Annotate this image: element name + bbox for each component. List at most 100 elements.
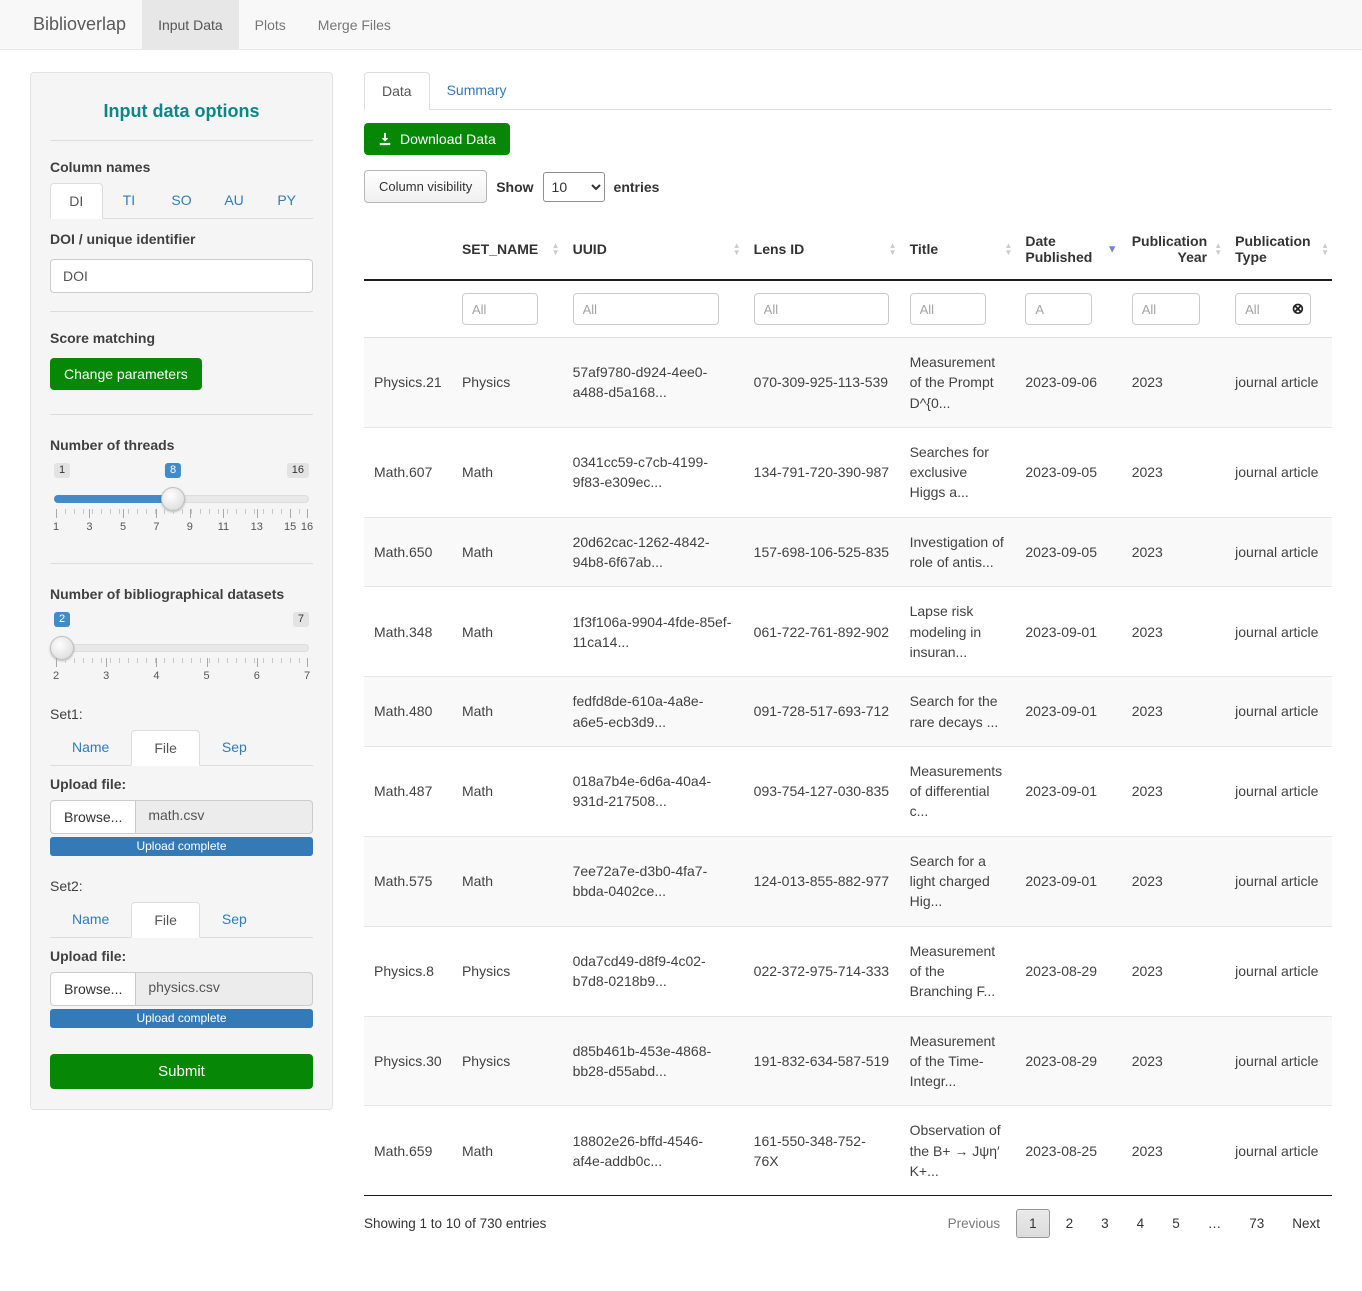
score-matching-label: Score matching (50, 330, 313, 346)
datasets-slider[interactable]: 2 7 2 3 4 5 6 7 (54, 636, 309, 666)
filter-date-published[interactable] (1025, 293, 1092, 325)
pagination-next[interactable]: Next (1280, 1210, 1332, 1237)
set1-file-input: Browse... math.csv (50, 800, 313, 834)
pagination-page-73[interactable]: 73 (1237, 1210, 1276, 1237)
set2-tab-name[interactable]: Name (50, 902, 131, 938)
set2-filename: physics.csv (136, 972, 313, 1006)
threads-slider-ticks (56, 509, 307, 514)
header-lens-id[interactable]: Lens ID▲▼ (744, 219, 900, 280)
datasets-slider-grid: 2 3 4 5 6 7 (56, 658, 307, 684)
change-parameters-button[interactable]: Change parameters (50, 358, 202, 390)
tab-ti[interactable]: TI (103, 183, 156, 219)
main-content: Data Summary Download Data Column visibi… (364, 72, 1332, 1256)
tab-summary[interactable]: Summary (430, 72, 524, 110)
entries-label: entries (614, 179, 660, 195)
pagination: Previous 1 2 3 4 5 … 73 Next (936, 1209, 1332, 1238)
submit-button[interactable]: Submit (50, 1054, 313, 1089)
row-id: Math.575 (364, 836, 452, 926)
datasets-slider-track[interactable] (54, 644, 309, 652)
download-icon (378, 132, 392, 146)
table-row[interactable]: Math.487 Math 018a7b4e-6d6a-40a4-931d-21… (364, 746, 1332, 836)
threads-value-badge: 8 (165, 463, 181, 478)
tick-label: 7 (304, 670, 310, 682)
threads-slider-fill (54, 495, 173, 503)
divider (50, 414, 313, 415)
pagination-page-1[interactable]: 1 (1016, 1209, 1050, 1238)
table-row[interactable]: Math.575 Math 7ee72a7e-d3b0-4fa7-bbda-04… (364, 836, 1332, 926)
table-row[interactable]: Math.650 Math 20d62cac-1262-4842-94b8-6f… (364, 517, 1332, 587)
datasets-slider-ticks (56, 658, 307, 663)
set2-upload-progress: Upload complete (50, 1009, 313, 1028)
tick-label: 15 (284, 521, 296, 533)
navbar-tab-plots[interactable]: Plots (239, 0, 302, 49)
pagination-previous[interactable]: Previous (936, 1210, 1013, 1237)
filter-rownames (364, 280, 452, 338)
tab-data[interactable]: Data (364, 72, 430, 110)
pagination-page-5[interactable]: 5 (1160, 1210, 1192, 1237)
header-set-name[interactable]: SET_NAME▲▼ (452, 219, 563, 280)
sort-both-icon: ▲▼ (552, 242, 560, 256)
set1-tab-name[interactable]: Name (50, 730, 131, 766)
set2-browse-button[interactable]: Browse... (50, 972, 136, 1006)
threads-slider-handle[interactable] (161, 487, 185, 511)
table-row[interactable]: Math.659 Math 18802e26-bffd-4546-af4e-ad… (364, 1106, 1332, 1196)
header-date-published[interactable]: Date Published ▼ (1015, 219, 1121, 280)
table-row[interactable]: Math.607 Math 0341cc59-c7cb-4199-9f83-e3… (364, 427, 1332, 517)
divider (50, 563, 313, 564)
pagination-page-3[interactable]: 3 (1089, 1210, 1121, 1237)
datasets-slider-label: Number of bibliographical datasets (50, 586, 313, 602)
navbar-tab-merge-files[interactable]: Merge Files (302, 0, 407, 49)
tab-au[interactable]: AU (208, 183, 261, 219)
header-title[interactable]: Title▲▼ (900, 219, 1016, 280)
tick-label: 3 (103, 670, 109, 682)
row-id: Math.487 (364, 746, 452, 836)
table-row[interactable]: Physics.21 Physics 57af9780-d924-4ee0-a4… (364, 338, 1332, 428)
datasets-slider-handle[interactable] (50, 636, 74, 660)
navbar: Biblioverlap Input Data Plots Merge File… (0, 0, 1362, 50)
threads-slider[interactable]: 1 16 8 1 3 5 7 9 11 (54, 487, 309, 517)
page-length-select[interactable]: 10 (543, 172, 605, 202)
set2-tab-sep[interactable]: Sep (200, 902, 269, 938)
pagination-page-4[interactable]: 4 (1125, 1210, 1157, 1237)
row-id: Physics.30 (364, 1016, 452, 1106)
set2-tab-file[interactable]: File (131, 902, 200, 938)
page-body: Input data options Column names DI TI SO… (0, 50, 1362, 1256)
header-publication-type[interactable]: Publication Type▲▼ (1225, 219, 1332, 280)
doi-field[interactable] (50, 259, 313, 293)
result-tabs: Data Summary (364, 72, 1332, 110)
filter-lens-id[interactable] (754, 293, 889, 325)
table-row[interactable]: Math.480 Math fedfd8de-610a-4a8e-a6e5-ec… (364, 677, 1332, 747)
tab-py[interactable]: PY (260, 183, 313, 219)
tab-di[interactable]: DI (50, 183, 103, 219)
set1-tab-sep[interactable]: Sep (200, 730, 269, 766)
navbar-tab-input-data[interactable]: Input Data (142, 0, 239, 49)
show-label: Show (496, 179, 533, 195)
clear-filter-icon[interactable]: ⊗ (1292, 302, 1305, 317)
filter-title[interactable] (910, 293, 986, 325)
table-info: Showing 1 to 10 of 730 entries (364, 1216, 546, 1231)
set1-tab-file[interactable]: File (131, 730, 200, 766)
filter-publication-year[interactable] (1132, 293, 1200, 325)
tab-so[interactable]: SO (155, 183, 208, 219)
set1-browse-button[interactable]: Browse... (50, 800, 136, 834)
set1-filename: math.csv (136, 800, 313, 834)
table-row[interactable]: Physics.8 Physics 0da7cd49-d8f9-4c02-b7d… (364, 926, 1332, 1016)
column-visibility-button[interactable]: Column visibility (364, 170, 487, 203)
set1-upload-progress: Upload complete (50, 837, 313, 856)
set1-tabs: Name File Sep (50, 730, 313, 766)
set2-tabs: Name File Sep (50, 902, 313, 938)
table-header-row: SET_NAME▲▼ UUID▲▼ Lens ID▲▼ Title▲▼ Date… (364, 219, 1332, 280)
sort-both-icon: ▲▼ (1004, 242, 1012, 256)
threads-max-badge: 16 (287, 463, 309, 478)
table-row[interactable]: Physics.30 Physics d85b461b-453e-4868-bb… (364, 1016, 1332, 1106)
filter-uuid[interactable] (573, 293, 719, 325)
tick-label: 9 (187, 521, 193, 533)
download-data-button[interactable]: Download Data (364, 123, 510, 155)
table-row[interactable]: Math.348 Math 1f3f106a-9904-4fde-85ef-11… (364, 587, 1332, 677)
tick-label: 1 (53, 521, 59, 533)
header-uuid[interactable]: UUID▲▼ (563, 219, 744, 280)
filter-set-name[interactable] (462, 293, 538, 325)
pagination-page-2[interactable]: 2 (1054, 1210, 1086, 1237)
header-publication-year[interactable]: Publication Year▲▼ (1122, 219, 1225, 280)
tick-label: 5 (120, 521, 126, 533)
